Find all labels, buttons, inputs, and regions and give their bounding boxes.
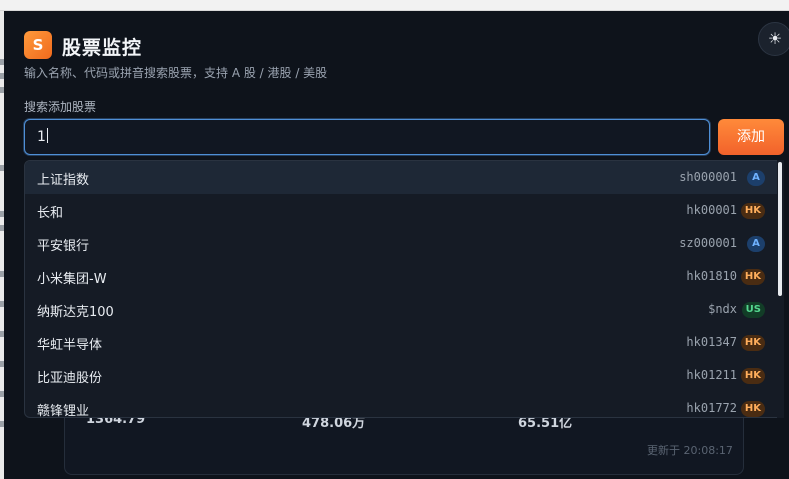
suggestion-dropdown[interactable]: 上证指数 sh000001 A 长和 hk00001 HK 平安银行 sz000… [24, 160, 784, 418]
suggestion-name: 比亚迪股份 [37, 371, 103, 386]
suggestion-code: sz000001 [679, 236, 737, 250]
suggestion-name: 长和 [37, 206, 64, 221]
page-subtitle: 输入名称、代码或拼音搜索股票，支持 A 股 / 港股 / 美股 [24, 66, 328, 80]
suggestion-code: hk01772 [686, 401, 737, 415]
dropdown-scrollbar[interactable] [777, 160, 784, 418]
suggestion-item[interactable]: 比亚迪股份 hk01211 HK [25, 359, 777, 392]
suggestion-name: 小米集团-W [37, 272, 107, 287]
market-badge: HK [740, 368, 765, 384]
suggestion-code: sh000001 [679, 170, 737, 184]
market-badge: A [747, 170, 765, 186]
search-input-value: 1 [37, 129, 46, 145]
search-label: 搜索添加股票 [24, 100, 97, 114]
suggestion-code: hk00001 [686, 203, 737, 217]
suggestion-code: $ndx [708, 302, 737, 316]
suggestion-name: 赣锋锂业 [37, 404, 90, 418]
suggestion-item[interactable]: 华虹半导体 hk01347 HK [25, 326, 777, 359]
suggestion-item[interactable]: 上证指数 sh000001 A [25, 161, 777, 194]
text-caret [46, 128, 48, 143]
suggestion-code: hk01810 [686, 269, 737, 283]
browser-top-strip [0, 0, 789, 11]
suggestion-item[interactable]: 赣锋锂业 hk01772 HK [25, 392, 777, 418]
scrollbar-thumb[interactable] [778, 162, 782, 296]
suggestion-item[interactable]: 小米集团-W hk01810 HK [25, 260, 777, 293]
search-input[interactable]: 1 [24, 119, 710, 155]
suggestion-name: 华虹半导体 [37, 338, 103, 353]
market-badge: HK [740, 335, 765, 351]
page-title: 股票监控 [62, 37, 143, 59]
market-badge: HK [740, 269, 765, 285]
market-badge: US [741, 302, 765, 318]
sun-icon: ☀ [767, 29, 783, 48]
theme-toggle-button[interactable]: ☀ [758, 22, 789, 56]
suggestion-name: 纳斯达克100 [37, 305, 114, 320]
stock-card-updated: 更新于 20:08:17 [647, 444, 733, 457]
market-badge: A [747, 236, 765, 252]
suggestion-name: 上证指数 [37, 173, 90, 188]
suggestion-item[interactable]: 平安银行 sz000001 A [25, 227, 777, 260]
suggestion-item[interactable]: 纳斯达克100 $ndx US [25, 293, 777, 326]
app-logo-icon: S [24, 31, 52, 59]
suggestion-code: hk01211 [686, 368, 737, 382]
add-button[interactable]: 添加 [718, 119, 784, 155]
suggestion-code: hk01347 [686, 335, 737, 349]
suggestion-name: 平安银行 [37, 239, 90, 254]
suggestion-item[interactable]: 长和 hk00001 HK [25, 194, 777, 227]
market-badge: HK [740, 203, 765, 219]
market-badge: HK [740, 401, 765, 417]
